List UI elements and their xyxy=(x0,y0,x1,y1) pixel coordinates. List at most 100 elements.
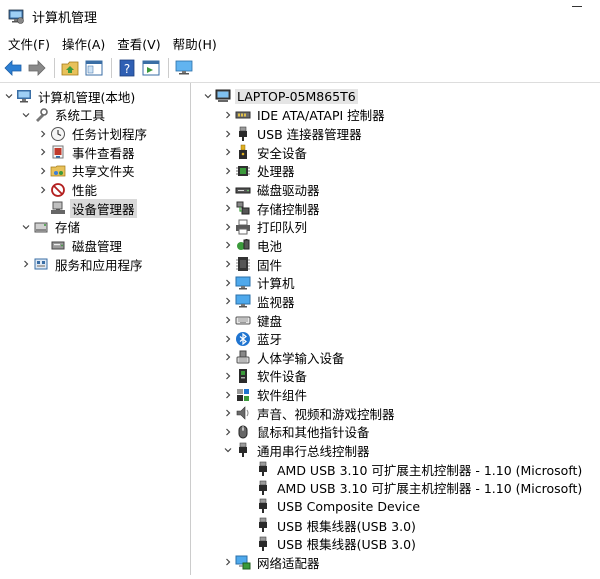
chevron-right-icon[interactable] xyxy=(36,183,50,197)
mouse-icon xyxy=(235,424,251,440)
chevron-right-icon[interactable] xyxy=(221,257,235,271)
device-tree-node[interactable]: USB 根集线器(USB 3.0) xyxy=(191,534,600,553)
device-tree-node[interactable]: 通用串行总线控制器 xyxy=(191,441,600,460)
chevron-right-icon[interactable] xyxy=(221,406,235,420)
chevron-right-icon[interactable] xyxy=(36,164,50,178)
chevron-right-icon[interactable] xyxy=(221,388,235,402)
usb-plug-icon xyxy=(255,498,271,514)
device-tree-node[interactable]: LAPTOP-05M865T6 xyxy=(191,87,600,106)
device-tree-label: 鼠标和其他指针设备 xyxy=(255,422,372,441)
speaker-icon xyxy=(235,405,251,421)
chevron-right-icon[interactable] xyxy=(36,145,50,159)
console-tree-node[interactable]: 共享文件夹 xyxy=(0,162,190,181)
device-tree-label: USB 根集线器(USB 3.0) xyxy=(275,534,418,553)
action-pane-button[interactable] xyxy=(140,57,162,79)
chevron-right-icon[interactable] xyxy=(19,257,33,271)
menu-view[interactable]: 查看(V) xyxy=(111,34,166,53)
chevron-right-icon[interactable] xyxy=(221,350,235,364)
device-tree-node[interactable]: 打印队列 xyxy=(191,217,600,236)
scan-hardware-button[interactable] xyxy=(173,57,195,79)
device-tree-node[interactable]: 监视器 xyxy=(191,292,600,311)
device-tree-node[interactable]: 蓝牙 xyxy=(191,329,600,348)
help-icon: ? xyxy=(117,58,137,78)
no-expander xyxy=(241,537,255,551)
chevron-right-icon[interactable] xyxy=(221,220,235,234)
chevron-right-icon[interactable] xyxy=(221,127,235,141)
device-tree-node[interactable]: 鼠标和其他指针设备 xyxy=(191,423,600,442)
device-tree-node[interactable]: 人体学输入设备 xyxy=(191,348,600,367)
forward-button[interactable] xyxy=(26,57,48,79)
chevron-right-icon[interactable] xyxy=(221,555,235,569)
device-tree-node[interactable]: USB Composite Device xyxy=(191,497,600,516)
chevron-right-icon[interactable] xyxy=(221,332,235,346)
keyboard-icon xyxy=(235,312,251,328)
console-tree-node[interactable]: 磁盘管理 xyxy=(0,236,190,255)
chevron-down-icon[interactable] xyxy=(201,89,215,103)
chevron-right-icon[interactable] xyxy=(221,145,235,159)
device-tree-node[interactable]: 键盘 xyxy=(191,311,600,330)
device-tree-node[interactable]: IDE ATA/ATAPI 控制器 xyxy=(191,106,600,125)
menu-action[interactable]: 操作(A) xyxy=(56,34,111,53)
ide-controller-icon xyxy=(235,107,251,123)
chevron-right-icon[interactable] xyxy=(221,276,235,290)
device-tree-node[interactable]: USB 连接器管理器 xyxy=(191,124,600,143)
console-tree-node[interactable]: 服务和应用程序 xyxy=(0,255,190,274)
chevron-down-icon[interactable] xyxy=(19,220,33,234)
disk-management-icon xyxy=(50,237,66,253)
chevron-right-icon[interactable] xyxy=(221,313,235,327)
chevron-right-icon[interactable] xyxy=(221,425,235,439)
chevron-right-icon[interactable] xyxy=(221,183,235,197)
device-tree-node[interactable]: 处理器 xyxy=(191,162,600,181)
device-tree-node[interactable]: AMD USB 3.10 可扩展主机控制器 - 1.10 (Microsoft) xyxy=(191,478,600,497)
device-tree-node[interactable]: 固件 xyxy=(191,255,600,274)
disk-drive-icon xyxy=(235,182,251,198)
chevron-down-icon[interactable] xyxy=(19,108,33,122)
back-button[interactable] xyxy=(2,57,24,79)
chevron-right-icon[interactable] xyxy=(221,164,235,178)
up-level-button[interactable] xyxy=(59,57,81,79)
console-tree-label: 性能 xyxy=(70,180,99,199)
device-tree-node[interactable]: 安全设备 xyxy=(191,143,600,162)
chevron-down-icon[interactable] xyxy=(2,89,16,103)
device-tree-node[interactable]: 电池 xyxy=(191,236,600,255)
menu-file[interactable]: 文件(F) xyxy=(2,34,56,53)
device-tree-label: 键盘 xyxy=(255,311,284,330)
chevron-right-icon[interactable] xyxy=(221,294,235,308)
console-tree-node[interactable]: 性能 xyxy=(0,180,190,199)
chevron-right-icon[interactable] xyxy=(221,201,235,215)
device-tree-node[interactable]: 计算机 xyxy=(191,273,600,292)
chevron-right-icon[interactable] xyxy=(221,369,235,383)
device-tree-label: 通用串行总线控制器 xyxy=(255,441,372,460)
device-tree-node[interactable]: 软件设备 xyxy=(191,367,600,386)
network-adapter-icon xyxy=(235,554,251,570)
device-tree-node[interactable]: 磁盘驱动器 xyxy=(191,180,600,199)
action-pane-icon xyxy=(141,58,161,78)
device-tree-node[interactable]: 存储控制器 xyxy=(191,199,600,218)
help-button[interactable]: ? xyxy=(116,57,138,79)
chevron-right-icon[interactable] xyxy=(221,108,235,122)
console-tree-node[interactable]: 计算机管理(本地) xyxy=(0,87,190,106)
chevron-right-icon[interactable] xyxy=(36,127,50,141)
console-tree-node[interactable]: 设备管理器 xyxy=(0,199,190,218)
device-tree-node[interactable]: 网络适配器 xyxy=(191,553,600,572)
console-tree-label: 设备管理器 xyxy=(70,199,137,218)
usb-plug-icon xyxy=(235,126,251,142)
usb-plug-icon xyxy=(235,442,251,458)
console-tree-node[interactable]: 系统工具 xyxy=(0,106,190,125)
device-tree-label: 软件设备 xyxy=(255,366,309,385)
console-tree-node[interactable]: 存储 xyxy=(0,217,190,236)
device-tree-label: 人体学输入设备 xyxy=(255,348,347,367)
device-tree-label: 处理器 xyxy=(255,161,297,180)
chevron-down-icon[interactable] xyxy=(221,443,235,457)
device-tree-node[interactable]: USB 根集线器(USB 3.0) xyxy=(191,516,600,535)
chevron-right-icon[interactable] xyxy=(221,238,235,252)
device-tree-node[interactable]: 软件组件 xyxy=(191,385,600,404)
console-tree-node[interactable]: 事件查看器 xyxy=(0,143,190,162)
minimize-button[interactable] xyxy=(554,0,600,12)
device-tree-node[interactable]: AMD USB 3.10 可扩展主机控制器 - 1.10 (Microsoft) xyxy=(191,460,600,479)
console-tree-node[interactable]: 任务计划程序 xyxy=(0,124,190,143)
no-expander xyxy=(36,201,50,215)
device-tree-node[interactable]: 声音、视频和游戏控制器 xyxy=(191,404,600,423)
show-hide-tree-button[interactable] xyxy=(83,57,105,79)
menu-help[interactable]: 帮助(H) xyxy=(167,34,223,53)
